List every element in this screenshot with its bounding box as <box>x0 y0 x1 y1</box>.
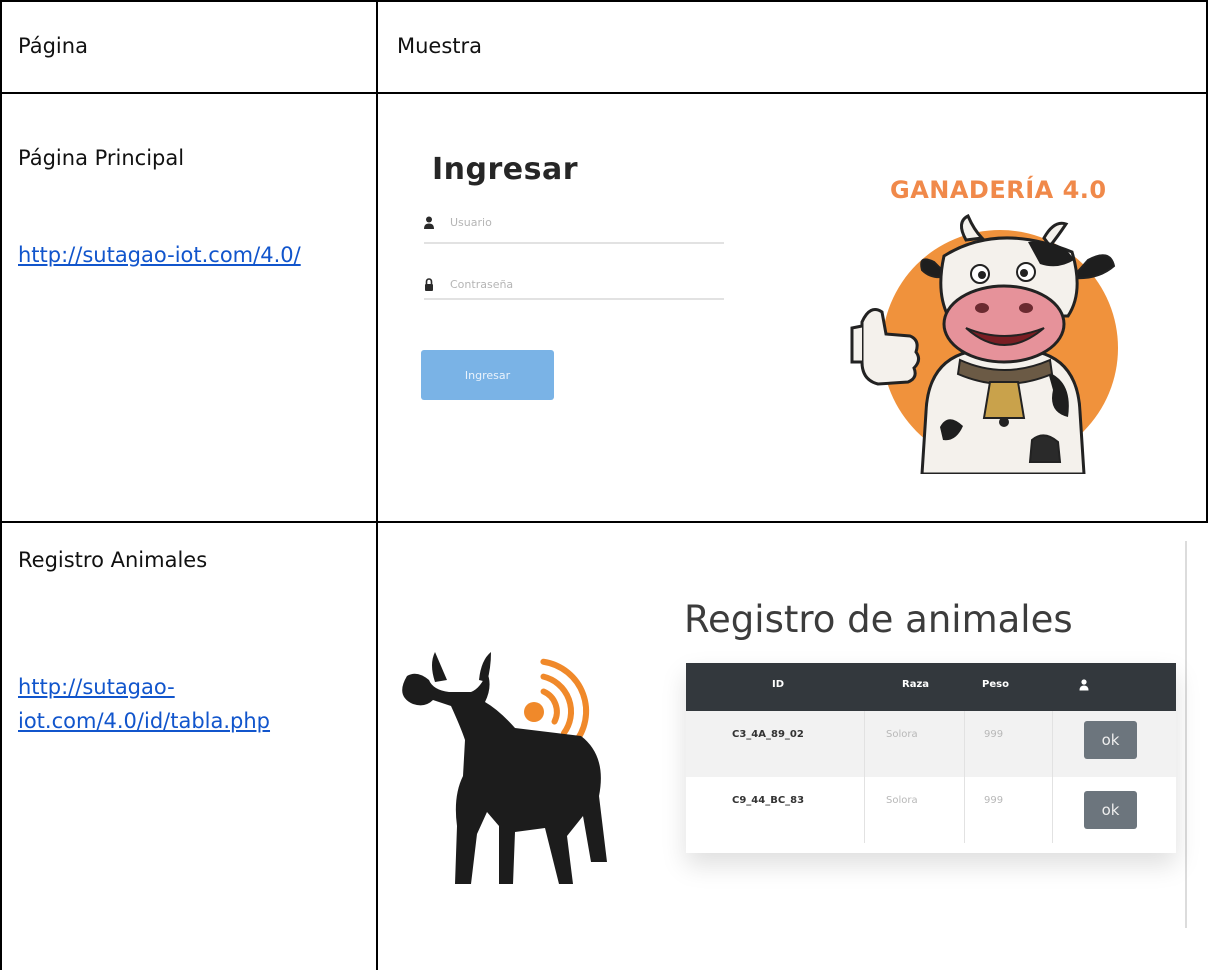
animal-peso: 999 <box>984 729 1004 740</box>
password-placeholder: Contraseña <box>450 278 514 291</box>
screenshot-edge-rule <box>1185 541 1187 928</box>
column-header-raza: Raza <box>902 679 930 690</box>
table-border-left <box>0 0 2 970</box>
user-icon <box>424 216 434 229</box>
animal-id: C9_44_BC_83 <box>732 795 805 806</box>
table-column-divider <box>376 0 378 970</box>
column-divider <box>864 711 865 843</box>
password-field[interactable]: Contraseña <box>424 270 724 300</box>
bull-rfid-logo <box>402 652 607 884</box>
ok-button[interactable]: ok <box>1084 721 1137 759</box>
brand-title: GANADERÍA 4.0 <box>890 176 1107 204</box>
table-border-top <box>0 0 1208 2</box>
user-icon <box>1079 679 1089 691</box>
table-row: C9_44_BC_83 Solora 999 ok <box>686 777 1176 843</box>
url-link-registro-line2[interactable]: iot.com/4.0/id/tabla.php <box>18 704 270 738</box>
column-header-id: ID <box>772 679 785 690</box>
lock-icon <box>425 278 433 291</box>
url-link-registro-line1[interactable]: http://sutagao- <box>18 670 175 704</box>
page-name-registro: Registro Animales <box>18 548 208 572</box>
page-name-principal: Página Principal <box>18 146 185 170</box>
registro-title: Registro de animales <box>684 598 1073 641</box>
table-row: C3_4A_89_02 Solora 999 ok <box>686 711 1176 777</box>
animal-raza: Solora <box>886 729 918 740</box>
table-row-divider <box>0 521 1208 523</box>
login-submit-button[interactable]: Ingresar <box>421 350 554 400</box>
column-header-page: Página <box>18 34 88 58</box>
animal-id: C3_4A_89_02 <box>732 729 804 740</box>
username-field[interactable]: Usuario <box>424 214 724 244</box>
url-link-principal[interactable]: http://sutagao-iot.com/4.0/ <box>18 238 301 272</box>
login-title: Ingresar <box>432 152 579 187</box>
animal-raza: Solora <box>886 795 918 806</box>
cow-mascot-logo <box>850 213 1118 474</box>
animals-table: ID Raza Peso C3_4A_89_02 Solora 999 ok C… <box>686 663 1176 853</box>
column-header-sample: Muestra <box>397 34 483 58</box>
table-row-divider-header <box>0 92 1208 94</box>
ok-button[interactable]: ok <box>1084 791 1137 829</box>
animals-table-header: ID Raza Peso <box>686 663 1176 711</box>
animal-peso: 999 <box>984 795 1004 806</box>
username-placeholder: Usuario <box>450 216 492 229</box>
column-divider <box>964 711 965 843</box>
column-header-peso: Peso <box>982 679 1009 690</box>
column-divider <box>1052 711 1053 843</box>
